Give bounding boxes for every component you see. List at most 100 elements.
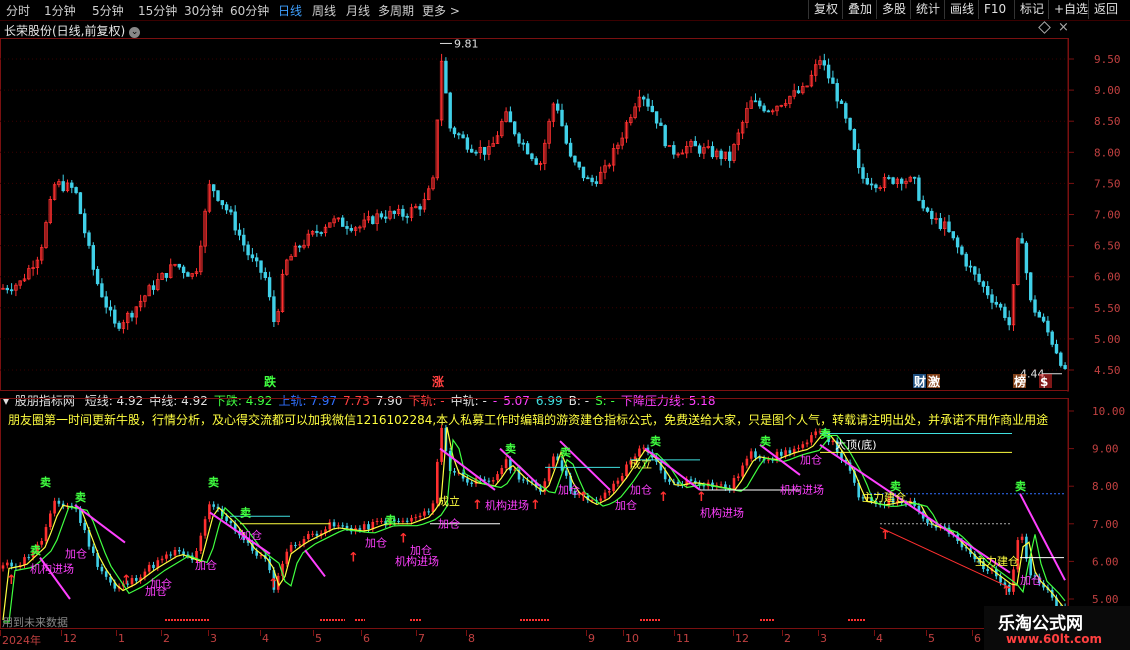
- date-tick: [586, 630, 587, 636]
- candle-body: [104, 296, 108, 308]
- candle-body: [762, 105, 766, 112]
- candle-body: [272, 296, 276, 323]
- candlestick-chart[interactable]: 9.50 9.00 8.50 8.00 7.50 7.00 6.50 6.00 5.50 5.00…: [0, 38, 1130, 392]
- date-tick-label: 6: [363, 632, 370, 645]
- candle-body: [659, 122, 663, 126]
- buy-arrow: ↑: [1001, 584, 1012, 599]
- candle-body: [998, 303, 1003, 308]
- f10-button[interactable]: F10: [978, 0, 1011, 19]
- ind-body: [453, 470, 456, 473]
- ind-body: [801, 444, 805, 448]
- date-tick-label: 3: [210, 632, 217, 645]
- ind-body: [466, 478, 469, 483]
- signal-label: 加仓: [195, 558, 217, 572]
- tf-daily[interactable]: 日线: [278, 2, 302, 19]
- date-tick: [116, 630, 117, 636]
- candle-body: [1037, 311, 1041, 318]
- ind-body: [10, 562, 13, 567]
- tf-fenshi[interactable]: 分时: [6, 2, 30, 19]
- ind-body: [603, 492, 607, 499]
- tf-monthly[interactable]: 月线: [346, 2, 370, 19]
- ind-body: [784, 450, 787, 456]
- candle-body: [556, 103, 560, 111]
- candle-body: [534, 158, 538, 165]
- ind-body: [719, 484, 723, 486]
- add-watchlist-button[interactable]: +自选: [1048, 0, 1093, 19]
- marker-1: 涨: [432, 374, 444, 389]
- candle-body: [216, 190, 220, 201]
- draw-line-button[interactable]: 画线: [944, 0, 979, 19]
- close-icon[interactable]: ×: [1058, 20, 1069, 35]
- tf-30min[interactable]: 30分钟: [184, 2, 223, 19]
- ind-body: [754, 451, 757, 458]
- tf-multi[interactable]: 多周期: [378, 2, 414, 19]
- mark-button[interactable]: 标记: [1014, 0, 1049, 19]
- chevron-down-icon[interactable]: ⌄: [129, 27, 141, 38]
- tf-60min[interactable]: 60分钟: [230, 2, 269, 19]
- ind-body: [152, 564, 155, 569]
- stats-button[interactable]: 统计: [910, 0, 945, 19]
- back-button[interactable]: 返回: [1088, 0, 1123, 19]
- candle-body: [9, 289, 14, 292]
- candle-body: [865, 178, 869, 185]
- ind-body: [547, 466, 551, 482]
- candle-body: [461, 134, 465, 139]
- ind-tick-label: 5.00: [1092, 593, 1119, 606]
- date-tick-label: 8: [468, 632, 475, 645]
- candle-body: [267, 277, 272, 298]
- date-tick-label: 7: [418, 632, 425, 645]
- fuquan-button[interactable]: 复权: [808, 0, 843, 19]
- candle-body: [392, 210, 396, 214]
- buy-arrow: ↑: [880, 528, 891, 543]
- candle-body: [254, 257, 259, 262]
- candle-body: [822, 60, 826, 66]
- candle-body: [839, 100, 844, 104]
- ind-body: [57, 500, 61, 504]
- date-tick: [674, 630, 675, 636]
- candle-body: [164, 272, 169, 278]
- candle-body: [663, 125, 667, 147]
- diamond-icon[interactable]: [1038, 21, 1051, 34]
- signal-label: 主力建仓: [975, 554, 1019, 568]
- candle-body: [642, 96, 646, 100]
- ind-body: [337, 525, 340, 527]
- date-tick: [623, 630, 624, 636]
- ind-body: [788, 450, 792, 454]
- candle-body: [465, 137, 470, 150]
- ind-body: [496, 474, 499, 481]
- candle-body: [224, 204, 229, 211]
- indicator-chart[interactable]: 10.009.008.007.006.005.00机构进场加仓加仓加仓加仓加仓加…: [0, 398, 1130, 630]
- ind-body: [487, 480, 491, 482]
- ind-body: [6, 562, 9, 566]
- candle-body: [74, 187, 78, 194]
- tf-15min[interactable]: 15分钟: [138, 2, 177, 19]
- candle-body: [457, 133, 461, 136]
- candle-body: [710, 146, 715, 158]
- candle-body: [852, 128, 857, 150]
- tf-more[interactable]: 更多 >: [422, 2, 460, 19]
- candle-body: [108, 306, 113, 311]
- tf-1min[interactable]: 1分钟: [44, 2, 76, 19]
- candle-body: [521, 142, 525, 145]
- date-tick: [0, 630, 1, 636]
- candle-body: [693, 140, 697, 147]
- overlay-button[interactable]: 叠加: [842, 0, 877, 19]
- tf-5min[interactable]: 5分钟: [92, 2, 124, 19]
- ind-body: [423, 511, 426, 516]
- chart-title[interactable]: 长荣股份(日线,前复权) ⌄: [4, 22, 141, 39]
- price-tick-label: 5.50: [1094, 302, 1121, 315]
- candle-body: [964, 253, 968, 267]
- multi-stock-button[interactable]: 多股: [876, 0, 911, 19]
- tf-weekly[interactable]: 周线: [312, 2, 336, 19]
- sell-marker: 卖: [505, 441, 516, 455]
- candle-body: [383, 216, 388, 219]
- candle-body: [508, 111, 513, 123]
- ind-body: [612, 483, 615, 492]
- timeframe-toolbar: 分时 1分钟 5分钟 15分钟 30分钟 60分钟 日线 周线 月线 多周期 更…: [0, 0, 1130, 21]
- ind-body: [375, 520, 379, 522]
- candle-body: [371, 216, 375, 225]
- ind-body: [289, 544, 293, 552]
- candle-body: [130, 312, 134, 318]
- candle-body: [973, 266, 977, 275]
- ind-body: [165, 554, 168, 559]
